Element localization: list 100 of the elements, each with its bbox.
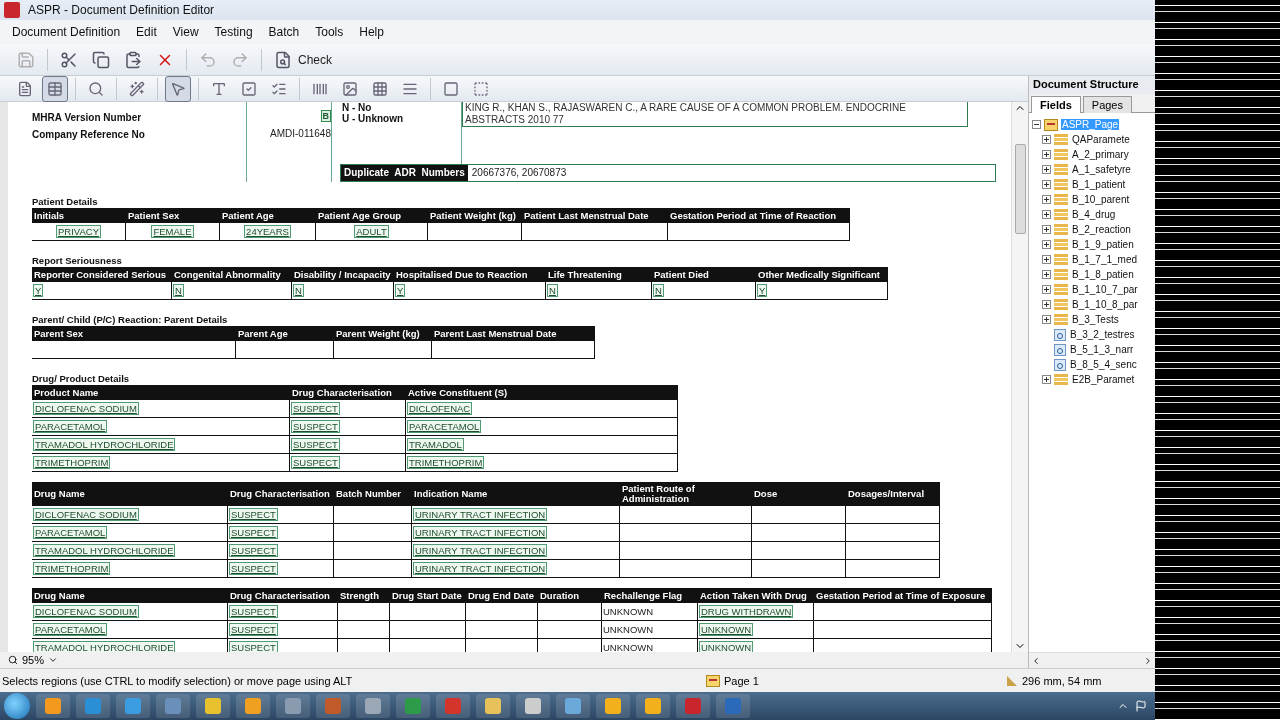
tree-item[interactable]: B_2_reaction <box>1071 224 1132 235</box>
form-field[interactable]: Y <box>757 284 768 297</box>
dropdown-icon[interactable] <box>48 655 59 665</box>
tool-button[interactable] <box>42 75 68 102</box>
tree-item[interactable]: B_1_7_1_med <box>1071 254 1139 265</box>
form-field[interactable]: SUSPECT <box>229 508 278 521</box>
form-field[interactable]: PRIVACY <box>56 225 101 238</box>
form-field[interactable]: URINARY TRACT INFECTION <box>413 544 548 557</box>
tab[interactable]: Fields <box>1031 96 1081 113</box>
scroll-left-icon[interactable] <box>1031 655 1041 666</box>
taskbar-app-icon[interactable] <box>356 694 390 718</box>
taskbar-app-icon[interactable] <box>516 694 550 718</box>
form-field[interactable]: DICLOFENAC <box>407 402 473 415</box>
expand-icon[interactable] <box>1042 285 1051 294</box>
form-field[interactable]: UNKNOWN <box>699 623 754 636</box>
form-field[interactable]: URINARY TRACT INFECTION <box>413 508 548 521</box>
form-field[interactable]: 24YEARS <box>244 225 291 238</box>
form-field[interactable]: TRIMETHOPRIM <box>33 456 111 469</box>
form-field[interactable]: N <box>293 284 304 297</box>
tree-item[interactable]: B_3_2_testres <box>1069 329 1136 340</box>
form-field[interactable]: Y <box>395 284 406 297</box>
tree-item[interactable]: B_1_10_7_par <box>1071 284 1139 295</box>
tree-item[interactable]: QAParamete <box>1071 134 1131 145</box>
taskbar-app-icon[interactable] <box>556 694 590 718</box>
expand-icon[interactable] <box>1042 210 1051 219</box>
form-field[interactable]: PARACETAMOL <box>33 420 108 433</box>
expand-icon[interactable] <box>1042 180 1051 189</box>
expand-icon[interactable] <box>1042 150 1051 159</box>
form-field[interactable]: N <box>653 284 664 297</box>
form-field[interactable]: URINARY TRACT INFECTION <box>413 526 548 539</box>
expand-icon[interactable] <box>1042 165 1051 174</box>
tree-item[interactable]: B_8_5_4_senc <box>1069 359 1138 370</box>
form-field[interactable]: DICLOFENAC SODIUM <box>33 605 139 618</box>
menu-item[interactable]: Edit <box>128 25 165 39</box>
taskbar-app-icon[interactable] <box>196 694 230 718</box>
menu-item[interactable]: Batch <box>260 25 308 39</box>
tree-item[interactable]: B_1_8_patien <box>1071 269 1135 280</box>
menu-item[interactable]: Document Definition <box>4 25 129 39</box>
taskbar-app-icon[interactable] <box>636 694 670 718</box>
check-button[interactable]: Check <box>269 46 337 73</box>
menu-item[interactable]: Tools <box>307 25 352 39</box>
form-field[interactable]: TRIMETHOPRIM <box>33 562 111 575</box>
start-button[interactable] <box>4 693 30 719</box>
form-field[interactable]: URINARY TRACT INFECTION <box>413 562 548 575</box>
expand-icon[interactable] <box>1042 195 1051 204</box>
taskbar-app-icon[interactable] <box>596 694 630 718</box>
expand-icon[interactable] <box>1042 270 1051 279</box>
taskbar-app-icon[interactable] <box>116 694 150 718</box>
form-field[interactable]: Y <box>33 284 44 297</box>
expand-icon[interactable] <box>1042 135 1051 144</box>
form-field[interactable]: DICLOFENAC SODIUM <box>33 508 139 521</box>
form-field[interactable]: TRIMETHOPRIM <box>407 456 485 469</box>
form-field[interactable]: DICLOFENAC SODIUM <box>33 402 139 415</box>
expand-icon[interactable] <box>1042 225 1051 234</box>
expand-icon[interactable] <box>1042 240 1051 249</box>
tab[interactable]: Pages <box>1082 96 1132 113</box>
form-field[interactable]: SUSPECT <box>229 605 278 618</box>
tree-item[interactable]: B_3_Tests <box>1071 314 1120 325</box>
menu-item[interactable]: Help <box>351 25 392 39</box>
form-field[interactable]: TRAMADOL HYDROCHLORIDE <box>33 438 176 451</box>
zoom-level[interactable]: 95% <box>22 654 45 666</box>
menu-item[interactable]: View <box>164 25 207 39</box>
scroll-thumb[interactable] <box>1014 144 1026 234</box>
form-field[interactable]: SUSPECT <box>229 526 278 539</box>
tree-item[interactable]: B_1_patient <box>1071 179 1127 190</box>
form-field[interactable]: TRAMADOL <box>407 438 464 451</box>
tree-item[interactable]: E2B_Paramet <box>1071 374 1136 385</box>
expand-icon[interactable] <box>1042 315 1051 324</box>
form-field[interactable]: ADULT <box>354 225 389 238</box>
form-field[interactable]: SUSPECT <box>291 456 340 469</box>
expand-icon[interactable] <box>1042 300 1051 309</box>
form-field[interactable]: N <box>547 284 558 297</box>
tree-item[interactable]: B_4_drug <box>1071 209 1117 220</box>
expand-icon[interactable] <box>1042 375 1051 384</box>
taskbar-app-icon[interactable] <box>276 694 310 718</box>
form-field[interactable]: DRUG WITHDRAWN <box>699 605 794 618</box>
form-field[interactable]: SUSPECT <box>229 544 278 557</box>
form-field[interactable]: FEMALE <box>151 225 194 238</box>
taskbar-app-icon[interactable] <box>476 694 510 718</box>
form-field[interactable]: SUSPECT <box>291 420 340 433</box>
tree-item[interactable]: A_2_primary <box>1071 149 1130 160</box>
tree-item[interactable]: B_5_1_3_narr <box>1069 344 1135 355</box>
form-field[interactable]: SUSPECT <box>229 623 278 636</box>
collapse-icon[interactable] <box>1032 120 1041 129</box>
form-field[interactable]: SUSPECT <box>291 402 340 415</box>
tree-item[interactable]: A_1_safetyre <box>1071 164 1132 175</box>
tool-button[interactable] <box>165 75 191 102</box>
form-field[interactable]: PARACETAMOL <box>407 420 482 433</box>
tree-item[interactable]: B_1_9_patien <box>1071 239 1135 250</box>
flag-icon[interactable] <box>1135 700 1147 712</box>
form-field[interactable]: PARACETAMOL <box>33 526 108 539</box>
expand-icon[interactable] <box>1042 255 1051 264</box>
form-field[interactable]: TRAMADOL HYDROCHLORIDE <box>33 544 176 557</box>
menu-item[interactable]: Testing <box>206 25 261 39</box>
scroll-right-icon[interactable] <box>1143 655 1153 666</box>
horizontal-scrollbar[interactable] <box>1029 652 1155 668</box>
form-field[interactable]: PARACETAMOL <box>33 623 108 636</box>
taskbar-app-icon[interactable] <box>236 694 270 718</box>
vertical-scrollbar[interactable] <box>1011 102 1028 652</box>
tree-item[interactable]: B_1_10_8_par <box>1071 299 1139 310</box>
